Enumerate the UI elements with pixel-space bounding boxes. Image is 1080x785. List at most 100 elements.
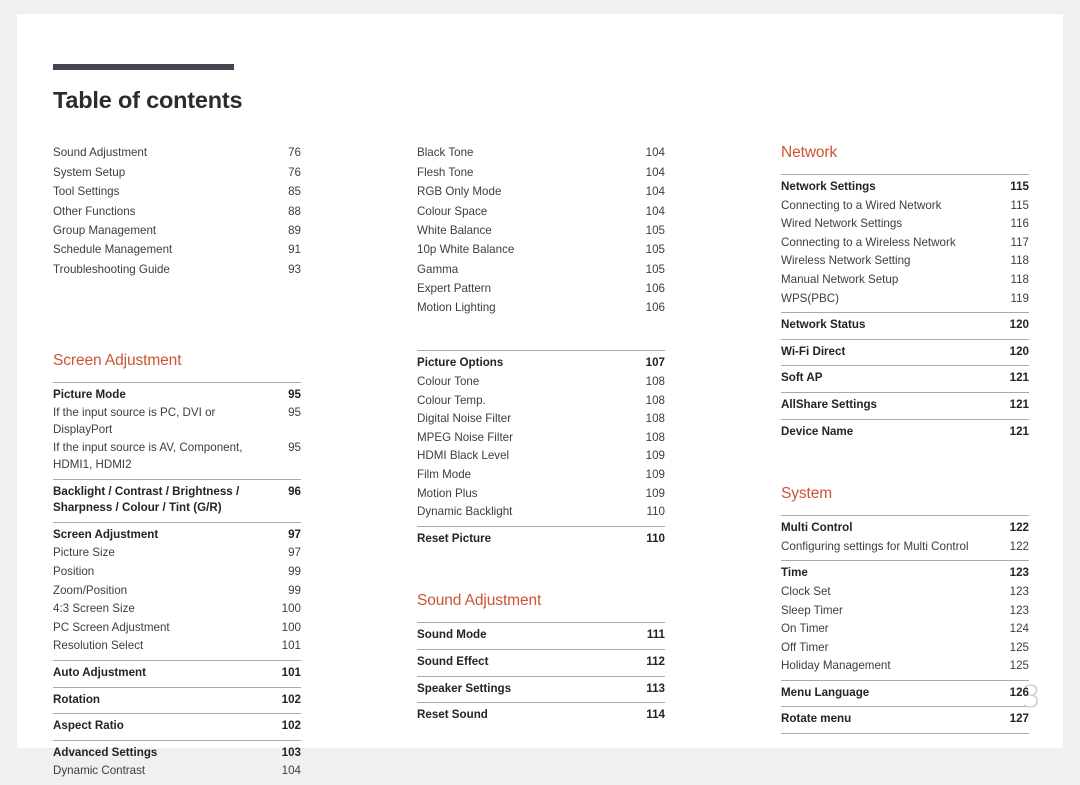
toc-entry[interactable]: MPEG Noise Filter 108 [417,429,665,448]
toc-entry-label: Picture Size [53,546,115,560]
toc-entry[interactable]: Wi-Fi Direct 120 [781,343,1029,362]
toc-entry[interactable]: Picture Size 97 [53,544,301,563]
toc-entry[interactable]: Network Settings 115 [781,178,1029,197]
toc-entry[interactable]: Holiday Management 125 [781,657,1029,676]
toc-entry[interactable]: Expert Pattern 106 [417,280,665,299]
toc-group: Backlight / Contrast / Brightness / Shar… [53,478,301,522]
toc-entry[interactable]: Rotate menu 127 [781,710,1029,729]
toc-entry-page: 76 [288,165,301,179]
toc-entry-page: 97 [288,546,301,560]
toc-entry[interactable]: Device Name 121 [781,423,1029,442]
toc-entry[interactable]: Zoom/Position 99 [53,582,301,601]
toc-entry[interactable]: Soft AP 121 [781,369,1029,388]
toc-entry-label: Sound Adjustment [53,146,148,160]
toc-entry[interactable]: WPS(PBC) 119 [781,290,1029,309]
toc-entry-label: Group Management [53,223,157,237]
toc-entry[interactable]: Colour Tone 108 [417,373,665,392]
toc-entry[interactable]: Film Mode 109 [417,466,665,485]
toc-entry-label: Rotation [53,692,101,706]
toc-entry-label: Colour Tone [417,374,480,388]
toc-entry[interactable]: On Timer 124 [781,620,1029,639]
toc-entry[interactable]: Picture Mode 95 [53,386,301,405]
toc-entry[interactable]: RGB Only Mode 104 [417,183,665,202]
toc-entry[interactable]: Clock Set 123 [781,583,1029,602]
toc-entry[interactable]: Motion Plus 109 [417,485,665,504]
toc-entry[interactable]: HDMI Black Level 109 [417,447,665,466]
section-heading: Sound Adjustment [417,592,542,610]
toc-entry[interactable]: Network Status 120 [781,316,1029,335]
toc-entry-label: Connecting to a Wireless Network [781,235,956,249]
toc-entry[interactable]: Backlight / Contrast / Brightness / Shar… [53,483,301,518]
toc-entry[interactable]: Advanced Settings 103 [53,744,301,763]
toc-entry[interactable]: Off Timer 125 [781,639,1029,658]
toc-group: Sound Mode 111 [417,622,665,649]
toc-entry-label: Sound Effect [417,654,489,668]
toc-entry[interactable]: Multi Control 122 [781,519,1029,538]
toc-entry[interactable]: Wireless Network Setting 118 [781,252,1029,271]
toc-entry[interactable]: White Balance 105 [417,222,665,241]
toc-entry-page: 96 [288,484,301,498]
toc-group: Advanced Settings 103 Dynamic Contrast 104 [53,739,301,785]
toc-entry[interactable]: Position 99 [53,563,301,582]
toc-entry[interactable]: Troubleshooting Guide 93 [53,260,301,279]
toc-entry[interactable]: Reset Sound 114 [417,706,665,725]
toc-group: Network Status 120 [781,312,1029,339]
toc-entry[interactable]: Rotation 102 [53,691,301,710]
toc-entry[interactable]: Screen Adjustment 97 [53,526,301,545]
toc-entry[interactable]: Manual Network Setup 118 [781,271,1029,290]
toc-entry-label: Zoom/Position [53,583,128,597]
toc-entry[interactable]: Dynamic Backlight 110 [417,503,665,522]
toc-entry[interactable]: 10p White Balance 105 [417,241,665,260]
toc-entry[interactable]: System Setup 76 [53,163,301,182]
toc-entry-page: 115 [1010,198,1029,212]
toc-entry[interactable]: Time 123 [781,564,1029,583]
toc-entry-page: 95 [288,406,301,420]
toc-entry-label: Network Status [781,318,866,332]
toc-entry[interactable]: Resolution Select 101 [53,637,301,656]
toc-entry-page: 123 [1009,566,1029,580]
toc-entry[interactable]: Dynamic Contrast 104 [53,762,301,781]
toc-entry[interactable]: Connecting to a Wireless Network 117 [781,234,1029,253]
toc-entry[interactable]: Group Management 89 [53,222,301,241]
toc-entry[interactable]: Sound Adjustment 76 [53,144,301,163]
toc-entry-page: 93 [288,262,301,276]
toc-entry[interactable]: 4:3 Screen Size 100 [53,600,301,619]
toc-entry[interactable]: Black Tone 104 [417,144,665,163]
toc-entry[interactable]: Connecting to a Wired Network 115 [781,197,1029,216]
toc-entry[interactable]: If the input source is AV, Component, HD… [53,439,301,474]
toc-entry-label: Backlight / Contrast / Brightness / Shar… [53,484,240,515]
toc-entry-label: Dynamic Contrast [53,764,146,778]
toc-entry[interactable]: If the input source is PC, DVI or Displa… [53,404,301,439]
toc-entry[interactable]: Other Functions 88 [53,202,301,221]
toc-entry[interactable]: Picture Options 107 [417,354,665,373]
toc-entry[interactable]: Motion Lighting 106 [417,299,665,318]
toc-entry-label: Reset Picture [417,531,492,545]
toc-entry[interactable]: Schedule Management 91 [53,241,301,260]
toc-entry[interactable]: Gamma 105 [417,260,665,279]
toc-entry[interactable]: Flesh Tone 104 [417,163,665,182]
toc-entry[interactable]: Speaker Settings 113 [417,680,665,699]
toc-entry-page: 95 [288,387,301,401]
toc-entry[interactable]: Wired Network Settings 116 [781,215,1029,234]
toc-entry[interactable]: Sound Mode 111 [417,626,665,645]
toc-entry[interactable]: AllShare Settings 121 [781,396,1029,415]
toc-entry-label: Motion Plus [417,486,478,500]
toc-entry[interactable]: Configuring settings for Multi Control 12… [781,538,1029,557]
toc-entry[interactable]: Colour Temp. 108 [417,392,665,411]
toc-entry[interactable]: Reset Picture 110 [417,530,665,549]
toc-entry[interactable]: PC Screen Adjustment 100 [53,619,301,638]
toc-entry-label: Position [53,564,95,578]
toc-entry[interactable]: Auto Adjustment 101 [53,664,301,683]
toc-entry[interactable]: Tool Settings 85 [53,183,301,202]
toc-group: Multi Control 122 Configuring settings for… [781,515,1029,560]
toc-entry-label: Auto Adjustment [53,665,146,679]
toc-plain-list: Sound Adjustment 76 System Setup 76 Tool Set… [53,144,301,284]
toc-entry[interactable]: Digital Noise Filter 108 [417,410,665,429]
toc-entry[interactable]: Aspect Ratio 102 [53,717,301,736]
toc-entry[interactable]: Sound Effect 112 [417,653,665,672]
toc-entry[interactable]: Colour Space 104 [417,202,665,221]
toc-entry[interactable]: Menu Language 126 [781,684,1029,703]
toc-entry[interactable]: Sleep Timer 123 [781,602,1029,621]
